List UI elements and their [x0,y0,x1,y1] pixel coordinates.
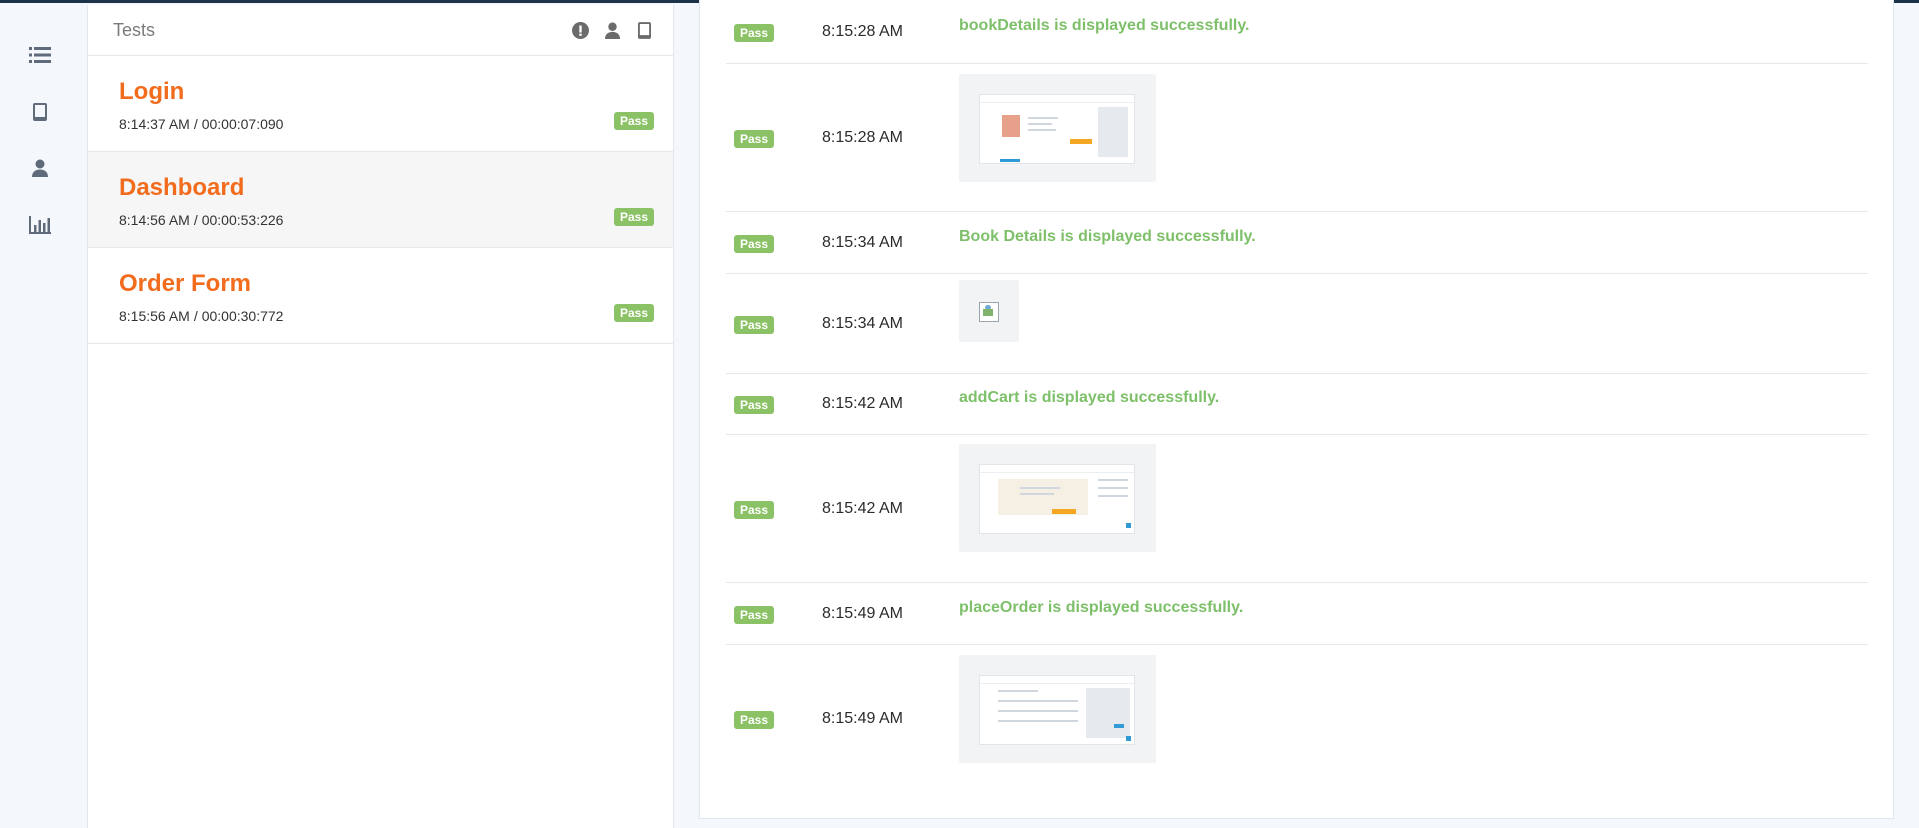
test-detail-panel: Pass 8:15:28 AM bookDetails is displayed… [699,0,1894,819]
test-meta-separator: / [193,308,198,324]
test-name: Order Form [119,270,252,297]
screenshot-page [979,94,1135,164]
screenshot-thumbnail[interactable] [959,444,1156,552]
test-meta: 8:14:56 AM/00:00:53:226 [119,212,653,228]
status-badge: Pass [613,304,654,322]
screenshot-thumbnail[interactable] [959,655,1156,763]
test-start-time: 8:14:56 AM [119,212,190,228]
test-meta: 8:14:37 AM/00:00:07:090 [119,116,653,132]
test-name: Login [119,78,185,105]
tests-toolbar [571,21,653,39]
log-row: Pass 8:15:42 AM addCart is displayed suc… [726,374,1868,435]
status-badge: Pass [613,112,654,130]
side-nav [0,3,87,828]
test-name: Dashboard [119,174,245,201]
log-row: Pass 8:15:34 AM Book Details is displaye… [726,212,1868,274]
tests-panel: Tests Login 8:14:37 AM/00:00:07:090 Pass… [87,5,674,828]
log-row: Pass 8:15:28 AM [726,64,1868,212]
log-row: Pass 8:15:42 AM [726,435,1868,583]
broken-image-icon [979,302,999,322]
test-duration: 00:00:30:772 [201,308,284,324]
test-meta: 8:15:56 AM/00:00:30:772 [119,308,653,324]
log-message: Book Details is displayed successfully. [959,228,1256,245]
tests-title: Tests [113,19,156,40]
status-badge: Pass [613,208,654,226]
log-row: Pass 8:15:49 AM placeOrder is displayed … [726,583,1868,645]
log-row: Pass 8:15:34 AM [726,274,1868,374]
test-item-login[interactable]: Login 8:14:37 AM/00:00:07:090 Pass [88,56,673,152]
log-message: placeOrder is displayed successfully. [959,599,1244,616]
log-time: 8:15:49 AM [822,605,903,622]
tests-header: Tests [88,5,673,56]
log-time: 8:15:49 AM [822,710,903,727]
screenshot-page [979,464,1135,534]
log-time: 8:15:28 AM [822,23,903,40]
test-meta-separator: / [193,116,198,132]
bar-chart-icon[interactable] [26,211,54,239]
status-badge: Pass [734,396,775,414]
status-badge: Pass [734,316,775,334]
test-item-dashboard[interactable]: Dashboard 8:14:56 AM/00:00:53:226 Pass [88,152,673,248]
status-badge: Pass [734,235,775,253]
test-duration: 00:00:53:226 [201,212,284,228]
screenshot-page [979,675,1135,745]
test-start-time: 8:14:37 AM [119,116,190,132]
test-meta-separator: / [193,212,198,228]
user-icon[interactable] [603,21,621,39]
log-row: Pass 8:15:28 AM bookDetails is displayed… [726,0,1868,64]
list-icon[interactable] [26,41,54,69]
test-item-order-form[interactable]: Order Form 8:15:56 AM/00:00:30:772 Pass [88,248,673,344]
broken-image[interactable] [959,280,1019,342]
tablet-icon[interactable] [26,98,54,126]
tablet-icon[interactable] [635,21,653,39]
test-duration: 00:00:07:090 [201,116,284,132]
exclamation-circle-icon[interactable] [571,21,589,39]
status-badge: Pass [734,606,775,624]
status-badge: Pass [734,130,775,148]
test-start-time: 8:15:56 AM [119,308,190,324]
log-message: bookDetails is displayed successfully. [959,17,1250,34]
log-time: 8:15:42 AM [822,395,903,412]
user-icon[interactable] [26,154,54,182]
status-badge: Pass [734,24,775,42]
log-row: Pass 8:15:49 AM [726,645,1868,785]
status-badge: Pass [734,501,775,519]
log-time: 8:15:28 AM [822,129,903,146]
screenshot-thumbnail[interactable] [959,74,1156,182]
log-time: 8:15:42 AM [822,500,903,517]
log-time: 8:15:34 AM [822,234,903,251]
log-message: addCart is displayed successfully. [959,389,1220,406]
log-time: 8:15:34 AM [822,315,903,332]
status-badge: Pass [734,711,775,729]
